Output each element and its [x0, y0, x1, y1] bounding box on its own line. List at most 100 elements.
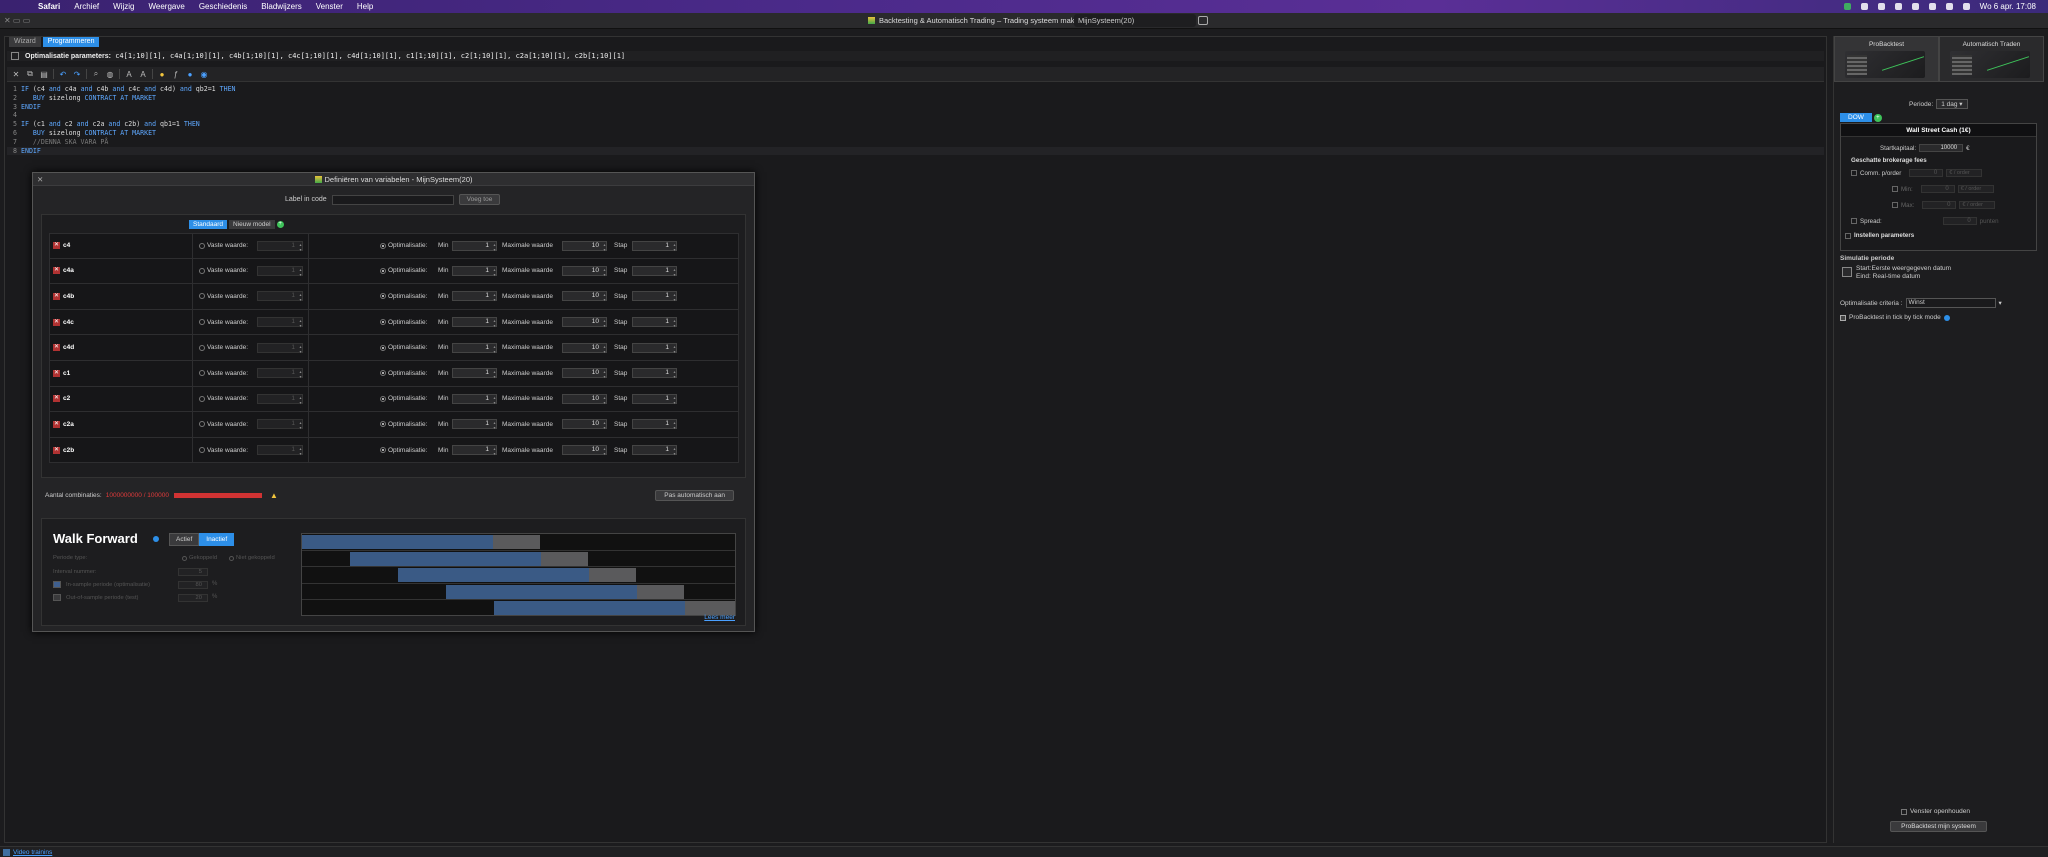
- max-input[interactable]: 10: [562, 291, 607, 302]
- max-input[interactable]: 10: [562, 368, 607, 379]
- fixed-value-radio[interactable]: [199, 344, 205, 351]
- info-icon[interactable]: [1943, 314, 1950, 321]
- status-app-icon[interactable]: [1843, 3, 1851, 10]
- instellen-checkbox[interactable]: [1845, 232, 1851, 239]
- label-in-code-input[interactable]: [331, 194, 454, 205]
- delete-icon[interactable]: ✕: [53, 446, 60, 454]
- menu-archief[interactable]: Archief: [74, 2, 99, 11]
- delete-icon[interactable]: ✕: [53, 267, 60, 275]
- step-input[interactable]: 1: [632, 240, 677, 252]
- min-input[interactable]: 0: [1920, 185, 1955, 193]
- menu-geschiedenis[interactable]: Geschiedenis: [199, 2, 247, 11]
- calendar-icon[interactable]: [1842, 267, 1852, 277]
- min-input[interactable]: 1: [452, 368, 497, 379]
- fixed-value-radio[interactable]: [199, 395, 205, 402]
- optimization-radio[interactable]: [380, 242, 386, 249]
- min-input[interactable]: 1: [452, 317, 497, 328]
- step-input[interactable]: 1: [632, 265, 677, 277]
- find-replace-icon[interactable]: ◍: [105, 69, 115, 79]
- optimization-radio[interactable]: [380, 421, 386, 428]
- max-unit-select[interactable]: € / order: [1959, 201, 1996, 209]
- optimization-radio[interactable]: [380, 447, 386, 454]
- fixed-value-radio[interactable]: [199, 370, 205, 377]
- min-input[interactable]: 1: [452, 265, 497, 277]
- code-line[interactable]: 8 ENDIF: [7, 146, 1824, 156]
- max-input[interactable]: 10: [562, 393, 607, 405]
- min-input[interactable]: 1: [452, 445, 497, 456]
- code-line[interactable]: 2 BUY sizelong CONTRACT AT MARKET: [7, 94, 1824, 103]
- tab-nieuw-model[interactable]: Nieuw model: [229, 220, 275, 229]
- copy-icon[interactable]: ⧉: [25, 69, 35, 79]
- min-input[interactable]: 1: [452, 240, 497, 252]
- step-input[interactable]: 1: [632, 393, 677, 405]
- code-line[interactable]: 3 ENDIF: [7, 103, 1824, 112]
- paste-icon[interactable]: ▤: [39, 69, 49, 79]
- max-input[interactable]: 0: [1922, 201, 1957, 209]
- code-line[interactable]: 1 IF (c4 and c4a and c4b and c4c and c4d)…: [7, 85, 1824, 94]
- step-input[interactable]: 1: [632, 317, 677, 328]
- delete-icon[interactable]: ✕: [53, 292, 60, 300]
- read-more-link[interactable]: Lees meer: [704, 614, 735, 621]
- interval-input[interactable]: 5: [178, 568, 208, 576]
- code-line[interactable]: 6 BUY sizelong CONTRACT AT MARKET: [7, 129, 1824, 138]
- step-input[interactable]: 1: [632, 419, 677, 430]
- tab-programmeren[interactable]: Programmeren: [42, 37, 100, 47]
- tab-probacktest[interactable]: ProBacktest: [1834, 36, 1939, 82]
- delete-icon[interactable]: ✕: [53, 318, 60, 326]
- window-controls[interactable]: ✕ ▭ ▭: [4, 16, 30, 25]
- tab-dow[interactable]: DOW: [1840, 113, 1872, 122]
- step-input[interactable]: 1: [632, 291, 677, 302]
- min-input[interactable]: 1: [452, 419, 497, 430]
- tick-mode-checkbox[interactable]: [1840, 314, 1846, 321]
- fixed-value-radio[interactable]: [199, 267, 205, 274]
- min-input[interactable]: 1: [452, 291, 497, 302]
- fixed-value-radio[interactable]: [199, 421, 205, 428]
- min-checkbox[interactable]: [1892, 186, 1898, 192]
- min-input[interactable]: 1: [452, 342, 497, 354]
- tab-standaard[interactable]: Standaard: [189, 220, 227, 229]
- delete-icon[interactable]: ✕: [53, 242, 60, 250]
- fixed-value-input[interactable]: 1: [257, 419, 303, 430]
- help-icon[interactable]: ●: [185, 69, 195, 79]
- delete-icon[interactable]: ✕: [53, 369, 60, 377]
- menu-help[interactable]: Help: [357, 2, 373, 11]
- min-input[interactable]: 1: [452, 393, 497, 405]
- max-input[interactable]: 10: [562, 265, 607, 277]
- spread-checkbox[interactable]: [1851, 218, 1857, 224]
- max-input[interactable]: 10: [562, 445, 607, 456]
- step-input[interactable]: 1: [632, 445, 677, 456]
- walk-forward-inactive[interactable]: Inactief: [199, 533, 235, 546]
- function-icon[interactable]: ƒ: [171, 69, 181, 79]
- niet-gekoppeld-radio[interactable]: [229, 556, 234, 561]
- max-input[interactable]: 10: [562, 419, 607, 430]
- menu-venster[interactable]: Venster: [316, 2, 343, 11]
- startkapitaal-input[interactable]: 10000: [1919, 144, 1964, 152]
- control-center-icon[interactable]: [1945, 3, 1953, 10]
- search-icon[interactable]: ⌕: [91, 69, 101, 79]
- fixed-value-input[interactable]: 1: [257, 368, 303, 379]
- spread-input[interactable]: 0: [1942, 217, 1977, 225]
- max-input[interactable]: 10: [562, 240, 607, 252]
- walk-forward-active[interactable]: Actief: [169, 533, 200, 546]
- menu-bladwijzers[interactable]: Bladwijzers: [261, 2, 301, 11]
- add-button[interactable]: Voeg toe: [458, 194, 501, 205]
- delete-icon[interactable]: ✕: [53, 420, 60, 428]
- delete-icon[interactable]: ✕: [53, 395, 60, 403]
- params-icon[interactable]: [11, 52, 19, 60]
- fixed-value-radio[interactable]: [199, 447, 205, 454]
- fixed-value-radio[interactable]: [199, 293, 205, 300]
- globe-icon[interactable]: ◉: [199, 69, 209, 79]
- keep-open-checkbox[interactable]: [1901, 808, 1907, 815]
- delete-icon[interactable]: ✕: [53, 344, 60, 352]
- comm-input[interactable]: 0: [1909, 169, 1944, 177]
- out-sample-input[interactable]: 20: [178, 594, 208, 602]
- battery-icon[interactable]: [1894, 3, 1902, 10]
- periode-select[interactable]: 1 dag ▾: [1936, 99, 1968, 109]
- wifi-icon[interactable]: [1911, 3, 1919, 10]
- close-icon[interactable]: ✕: [37, 175, 43, 184]
- bluetooth-icon[interactable]: [1860, 3, 1868, 10]
- optimization-radio[interactable]: [380, 370, 386, 377]
- min-unit-select[interactable]: € / order: [1957, 185, 1994, 193]
- redo-icon[interactable]: ↷: [72, 69, 82, 79]
- optimization-radio[interactable]: [380, 267, 386, 274]
